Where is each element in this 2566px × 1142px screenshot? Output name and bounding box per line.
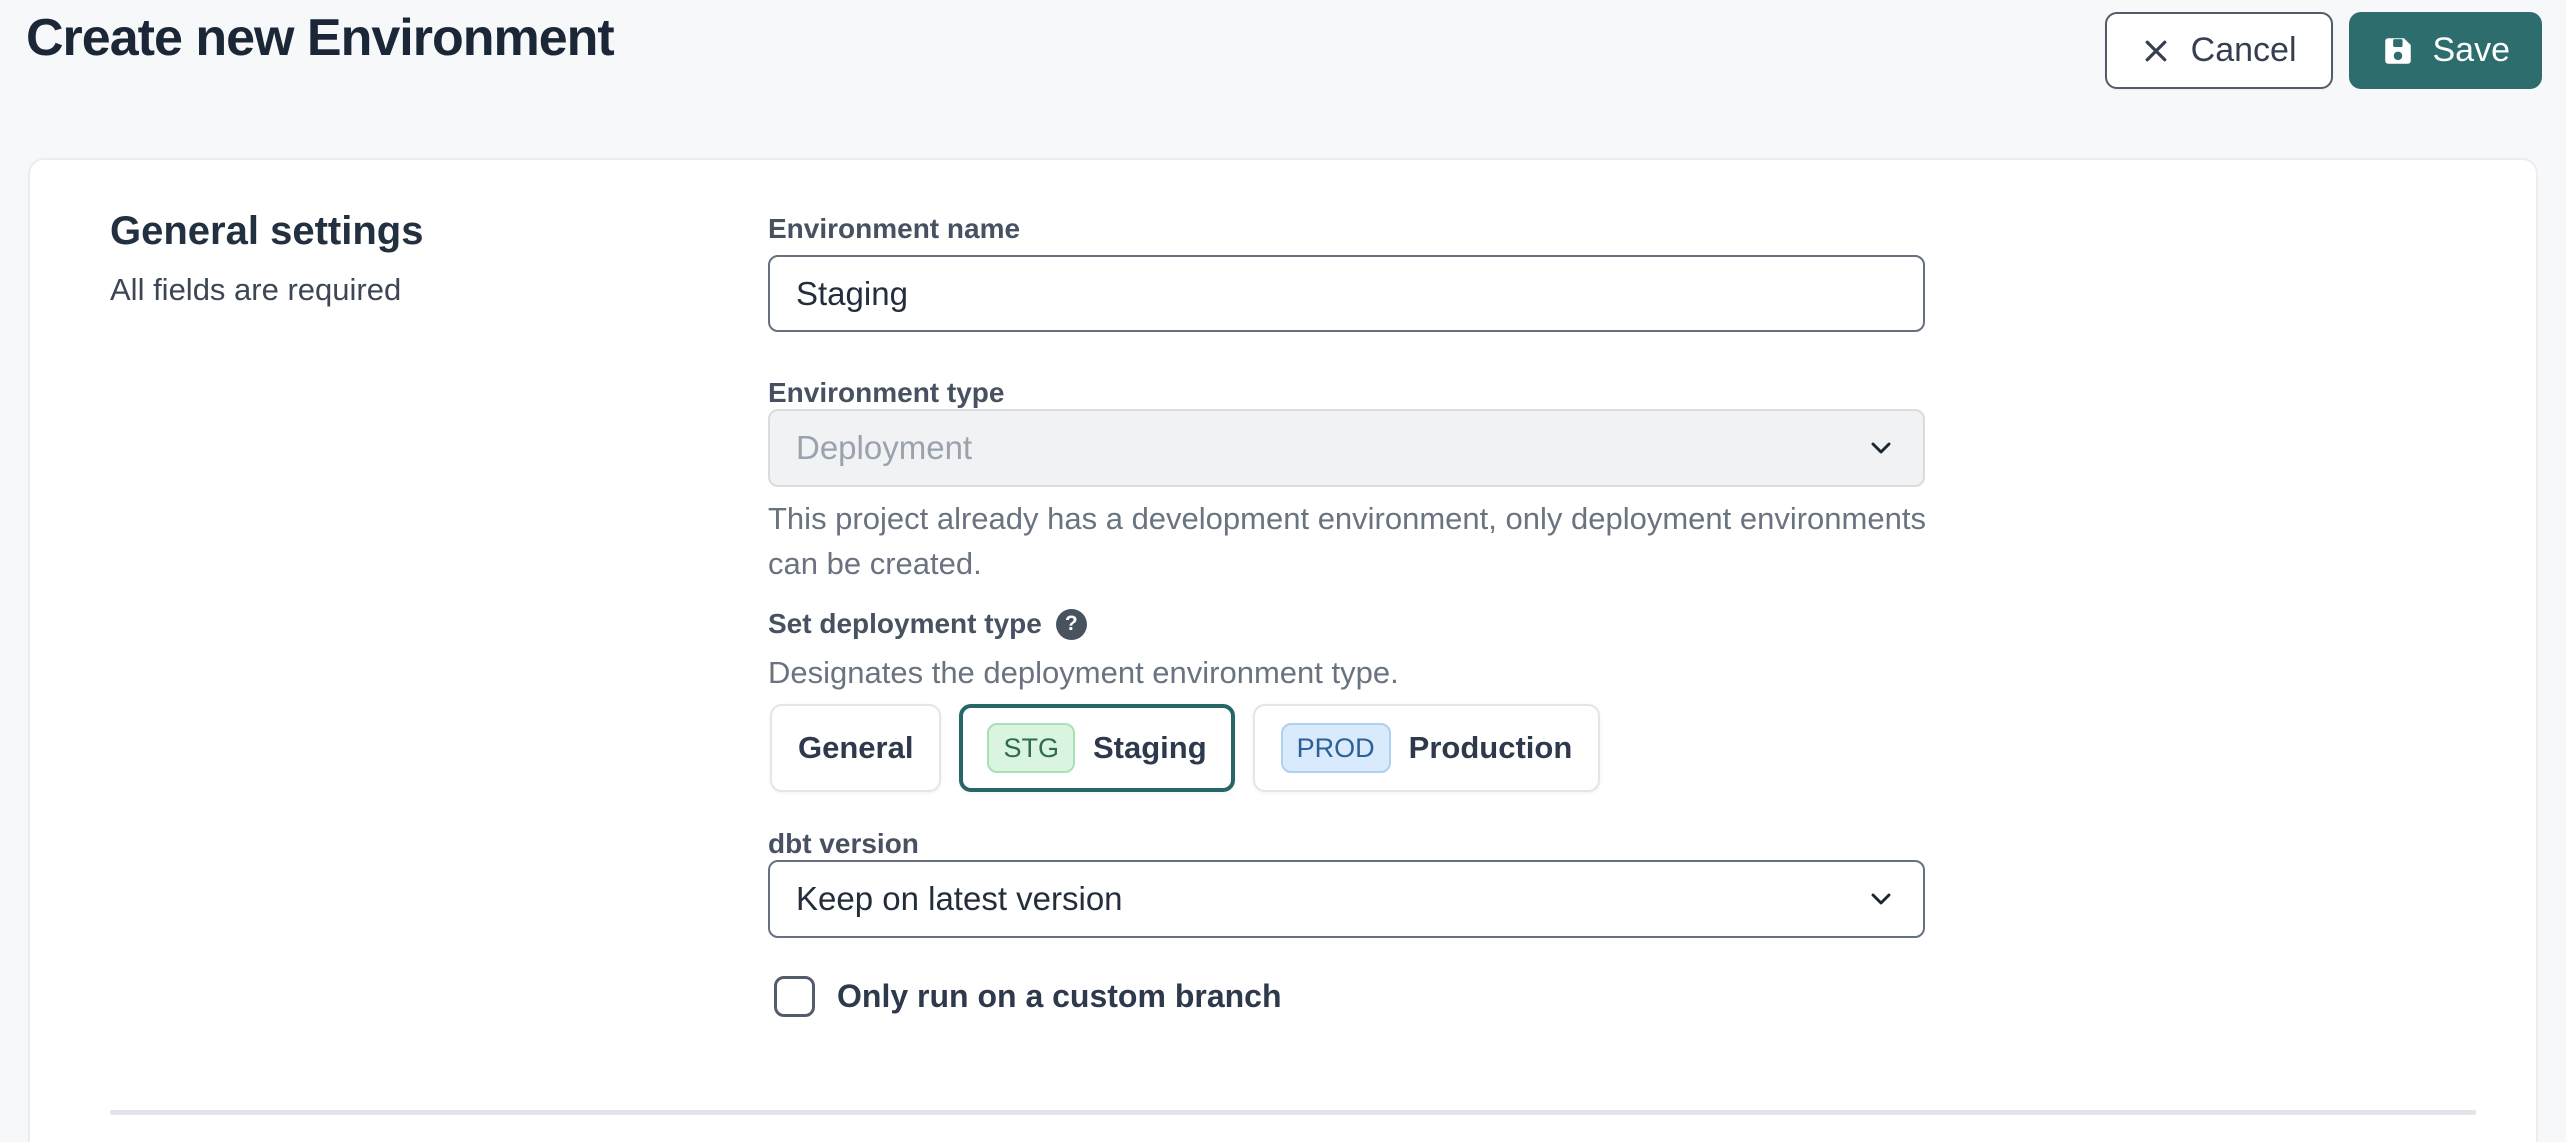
environment-type-value: Deployment bbox=[796, 429, 1865, 467]
option-general-label: General bbox=[798, 730, 913, 766]
deployment-type-option-general[interactable]: General bbox=[770, 704, 941, 792]
custom-branch-label[interactable]: Only run on a custom branch bbox=[837, 978, 1282, 1015]
stg-badge: STG bbox=[987, 723, 1075, 773]
deployment-type-label: Set deployment type bbox=[768, 608, 1042, 640]
deployment-type-label-row: Set deployment type ? bbox=[768, 608, 1087, 640]
header-actions: Cancel Save bbox=[2105, 12, 2542, 89]
deployment-type-description: Designates the deployment environment ty… bbox=[768, 652, 1399, 694]
chevron-down-icon bbox=[1865, 883, 1897, 915]
custom-branch-checkbox[interactable] bbox=[774, 976, 815, 1017]
dbt-version-value: Keep on latest version bbox=[796, 880, 1865, 918]
deployment-type-options: General STG Staging PROD Production bbox=[770, 704, 1600, 792]
floppy-disk-icon bbox=[2381, 34, 2415, 68]
section-divider bbox=[110, 1110, 2476, 1115]
dbt-version-label: dbt version bbox=[768, 827, 919, 861]
question-mark-icon[interactable]: ? bbox=[1056, 609, 1087, 640]
option-staging-label: Staging bbox=[1093, 730, 1207, 766]
environment-type-helper: This project already has a development e… bbox=[768, 496, 1943, 586]
deployment-type-option-production[interactable]: PROD Production bbox=[1253, 704, 1601, 792]
save-button-label: Save bbox=[2433, 31, 2511, 70]
cancel-button[interactable]: Cancel bbox=[2105, 12, 2333, 89]
option-production-label: Production bbox=[1409, 730, 1573, 766]
environment-type-label: Environment type bbox=[768, 376, 1004, 410]
chevron-down-icon bbox=[1865, 432, 1897, 464]
custom-branch-row: Only run on a custom branch bbox=[774, 976, 1282, 1017]
x-icon bbox=[2141, 36, 2171, 66]
environment-name-label: Environment name bbox=[768, 212, 1020, 246]
cancel-button-label: Cancel bbox=[2191, 31, 2297, 70]
section-subtitle: All fields are required bbox=[110, 270, 401, 310]
save-button[interactable]: Save bbox=[2349, 12, 2543, 89]
environment-name-input[interactable] bbox=[768, 255, 1925, 332]
prod-badge: PROD bbox=[1281, 723, 1391, 773]
general-settings-card: General settings All fields are required… bbox=[28, 158, 2538, 1142]
dbt-version-select[interactable]: Keep on latest version bbox=[768, 860, 1925, 938]
deployment-type-option-staging[interactable]: STG Staging bbox=[959, 704, 1234, 792]
section-title: General settings bbox=[110, 208, 423, 254]
page-title: Create new Environment bbox=[26, 10, 614, 66]
environment-type-select[interactable]: Deployment bbox=[768, 409, 1925, 487]
